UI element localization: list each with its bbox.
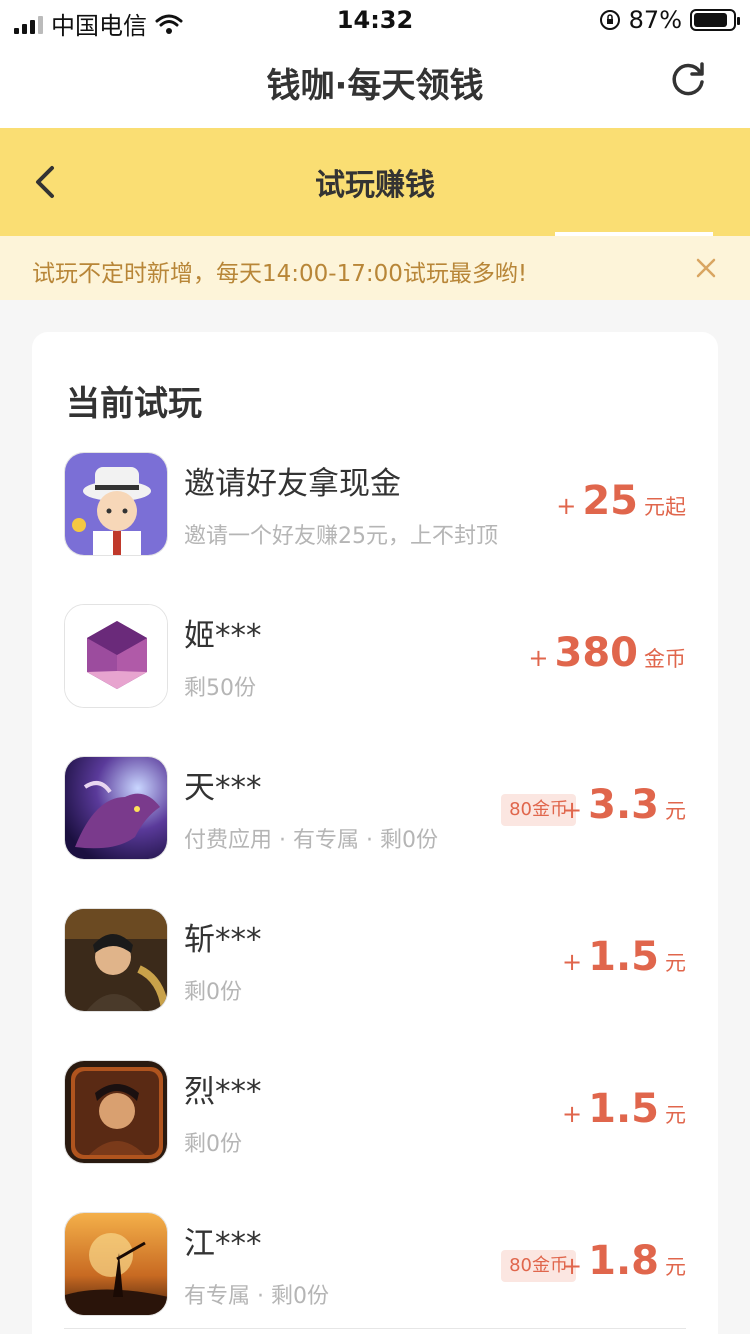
status-left: 中国电信 [14,6,183,41]
dragon-game-icon [64,756,168,860]
item-name: 烈*** [184,1074,262,1110]
invite-app-icon [64,452,168,556]
reward-amount: 3.3 [588,782,659,828]
hexagon-app-icon [64,604,168,708]
section-title: 当前试玩 [66,384,202,424]
item-name: 天*** [184,770,262,806]
reward-plus: + [562,1252,583,1280]
warrior-game-icon [64,908,168,1012]
reward-amount: 25 [582,478,638,524]
hero-game-icon [64,1060,168,1164]
item-subtitle: 付费应用 · 有专属 · 剩0份 [184,828,438,853]
item-subtitle: 剩0份 [184,1132,242,1157]
trial-card: 当前试玩 邀请好友拿现金 邀请一个好友赚25元，上不封顶 + 25 元起 姬**… [32,332,718,1334]
back-arrow-icon[interactable] [28,160,68,204]
reward-plus: + [562,948,583,976]
status-bar: 中国电信 14:32 87% [0,0,750,40]
item-name: 江*** [184,1226,262,1262]
battery-fill [694,13,728,27]
battery-icon [690,9,740,31]
list-item[interactable]: 姬*** 剩50份 + 380 金币 [32,604,718,708]
sunset-game-icon [64,1212,168,1316]
app-title: 钱咖·每天领钱 [266,66,484,106]
list-item[interactable]: 斩*** 剩0份 + 1.5 元 [32,908,718,1012]
reward: + 1.8 元 [562,1238,686,1284]
reward-unit: 元 [665,799,686,823]
reward-plus: + [528,644,549,672]
item-name: 姬*** [184,618,262,654]
reward-amount: 1.5 [588,1086,659,1132]
item-subtitle: 剩50份 [184,676,256,701]
divider [64,1328,686,1329]
reward: + 1.5 元 [562,934,686,980]
reward-amount: 1.8 [588,1238,659,1284]
reward: + 380 金币 [528,630,686,676]
list-item[interactable]: 邀请好友拿现金 邀请一个好友赚25元，上不封顶 + 25 元起 [32,452,718,556]
notice-banner: 试玩不定时新增，每天14:00-17:00试玩最多哟! [0,236,750,300]
reward-amount: 1.5 [588,934,659,980]
item-subtitle: 剩0份 [184,980,242,1005]
reward: + 3.3 元 [562,782,686,828]
page-title: 试玩赚钱 [315,168,435,203]
signal-icon [14,14,43,34]
reward-unit: 元起 [644,495,686,519]
battery-percent: 87% [628,6,682,34]
reward-unit: 金币 [644,647,686,671]
reward-amount: 380 [554,630,639,676]
reward-plus: + [556,492,577,520]
reward-unit: 元 [665,1255,686,1279]
notice-text: 试玩不定时新增，每天14:00-17:00试玩最多哟! [32,261,528,287]
list-item[interactable]: 天*** 付费应用 · 有专属 · 剩0份 80金币 + 3.3 元 [32,756,718,860]
item-name: 邀请好友拿现金 [184,466,401,502]
reward: + 1.5 元 [562,1086,686,1132]
reward-unit: 元 [665,951,686,975]
list-item[interactable]: 江*** 有专属 · 剩0份 80金币 + 1.8 元 [32,1212,718,1316]
item-subtitle: 邀请一个好友赚25元，上不封顶 [184,524,498,549]
rotation-lock-icon [599,10,620,30]
page-header: 试玩赚钱 [0,128,750,236]
list-item[interactable]: 烈*** 剩0份 + 1.5 元 [32,1060,718,1164]
item-subtitle: 有专属 · 剩0份 [184,1284,329,1309]
reward-plus: + [562,796,583,824]
status-right: 87% [599,6,740,34]
app-top-bar: 钱咖·每天领钱 [0,40,750,128]
reward-plus: + [562,1100,583,1128]
close-icon[interactable] [694,256,718,280]
wifi-icon [155,14,183,34]
carrier-label: 中国电信 [51,12,147,40]
reward-unit: 元 [665,1103,686,1127]
refresh-icon[interactable] [666,58,710,102]
item-name: 斩*** [184,922,262,958]
reward: + 25 元起 [556,478,686,524]
